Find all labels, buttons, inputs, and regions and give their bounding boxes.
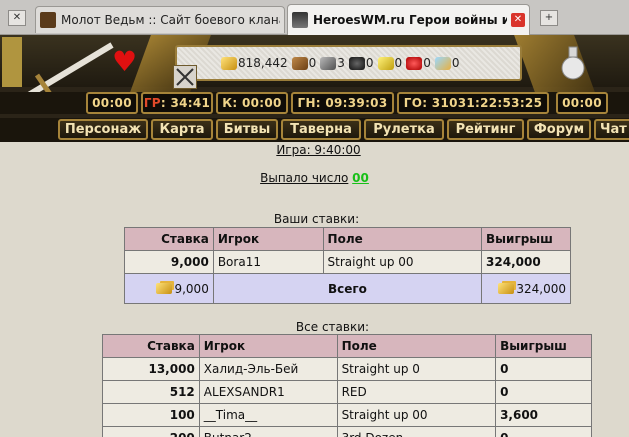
timer-row: 00:00 ГР: 34:41 К: 00:00 ГН: 09:39:03 ГО…	[0, 92, 629, 114]
resource-gold: 818,442	[221, 56, 288, 70]
battle-crossed-swords-icon[interactable]	[173, 65, 197, 89]
tab-title: Молот Ведьм :: Сайт боевого клана ...	[61, 13, 280, 27]
nav-rating[interactable]: Рейтинг	[447, 119, 524, 140]
gems-icon	[434, 56, 451, 70]
timer-go: ГО: 31031:22:53:25	[397, 92, 549, 114]
resource-ore: 3	[320, 56, 345, 70]
nav-roulette[interactable]: Рулетка	[364, 119, 444, 140]
game-header: ♥ 818,442 0 3 0 0 0 0 00:00 ГР: 34:41 К:…	[0, 35, 629, 142]
your-bets-caption: Ваши ставки:	[273, 212, 360, 226]
table-row: 200 Butnar2 3rd Dozen 0	[102, 426, 592, 437]
table-row: 9,000 Bora11 Straight up 00 324,000	[124, 250, 571, 274]
game-time-link[interactable]: Игра: 9:40:00	[4, 143, 629, 157]
resource-sulfur: 0	[377, 56, 402, 70]
clan-favicon-icon	[40, 12, 56, 28]
timer-gr: ГР: 34:41	[141, 92, 213, 114]
nav-forum[interactable]: Форум	[527, 119, 591, 140]
roulette-results: Игра: 9:40:00 Выпало число 00 Ваши ставк…	[0, 142, 629, 437]
ore-icon	[320, 56, 337, 70]
all-bets-caption: Все ставки:	[295, 320, 370, 334]
nav-chat[interactable]: Чат	[594, 119, 629, 140]
heroes-favicon-icon	[292, 12, 308, 28]
table-header-row: Ставка Игрок Поле Выигрыш	[124, 227, 571, 251]
timer-gn: ГН: 09:39:03	[291, 92, 394, 114]
table-row: 100 __Tima__ Straight up 00 3,600	[102, 403, 592, 427]
resource-crystal: 0	[406, 56, 431, 70]
close-icon[interactable]: ✕	[8, 10, 26, 26]
resource-wood: 0	[291, 56, 316, 70]
main-nav: Персонаж Карта Битвы Таверна Рулетка Рей…	[0, 118, 629, 142]
your-bets-table: Ставка Игрок Поле Выигрыш 9,000 Bora11 S…	[124, 227, 571, 304]
resource-gems: 0	[434, 56, 459, 70]
result-line: Выпало число 00	[0, 171, 629, 185]
result-number: 00	[352, 171, 369, 185]
wood-icon	[291, 56, 308, 70]
gold-icon	[498, 282, 515, 294]
nav-tavern[interactable]: Таверна	[281, 119, 361, 140]
table-row: 13,000 Халид-Эль-Бей Straight up 0 0	[102, 357, 592, 381]
plus-icon[interactable]: +	[540, 10, 558, 26]
resources-panel: 818,442 0 3 0 0 0 0	[175, 45, 522, 81]
result-label: Выпало число	[260, 171, 349, 185]
mercury-icon	[348, 56, 365, 70]
table-row: 512 ALEXSANDR1 RED 0	[102, 380, 592, 404]
all-bets-table: Ставка Игрок Поле Выигрыш 13,000 Халид-Э…	[102, 334, 592, 437]
nav-character[interactable]: Персонаж	[58, 119, 148, 140]
gold-icon	[221, 56, 237, 70]
sulfur-icon	[377, 56, 394, 70]
nav-map[interactable]: Карта	[151, 119, 213, 140]
total-row: 9,000 Всего 324,000	[124, 273, 571, 304]
browser-tab-heroeswm[interactable]: HeroesWM.ru Герои войны и ден... ✕	[287, 4, 530, 35]
crystal-icon	[406, 56, 423, 70]
timer-k: К: 00:00	[216, 92, 288, 114]
timer-left: 00:00	[86, 92, 138, 114]
close-tab-icon[interactable]: ✕	[511, 13, 525, 27]
table-header-row: Ставка Игрок Поле Выигрыш	[102, 334, 592, 358]
browser-tab-bar: ✕ Молот Ведьм :: Сайт боевого клана ... …	[0, 0, 629, 35]
gold-icon	[156, 282, 173, 294]
flask-icon[interactable]	[558, 45, 588, 81]
browser-tab-clan[interactable]: Молот Ведьм :: Сайт боевого клана ...	[35, 6, 285, 33]
nav-battles[interactable]: Битвы	[216, 119, 278, 140]
resource-mercury: 0	[348, 56, 374, 70]
health-heart-icon: ♥	[112, 45, 138, 78]
timer-right: 00:00	[556, 92, 608, 114]
tab-title: HeroesWM.ru Герои войны и ден...	[313, 13, 507, 27]
